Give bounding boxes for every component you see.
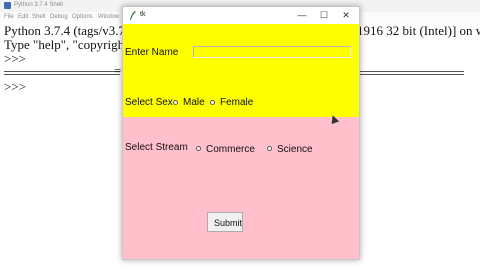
restart-separator-right-2 — [358, 74, 464, 75]
science-radio-label[interactable]: Science — [277, 144, 313, 155]
shell-line-help: Type "help", "copyright" — [4, 37, 133, 52]
stream-label: Select Stream — [125, 142, 188, 153]
menu-edit[interactable]: Edit — [18, 14, 28, 20]
bottom-frame: Select Stream Commerce Science Submit — [123, 117, 359, 259]
menu-options[interactable]: Options — [72, 14, 93, 20]
python-icon — [4, 2, 11, 9]
idle-window-title: Python 3.7.4 Shell — [14, 2, 63, 8]
tk-window: tk — ☐ ✕ Enter Name Select Sex Male Fema… — [122, 6, 360, 260]
submit-button[interactable]: Submit — [207, 212, 243, 232]
menu-debug[interactable]: Debug — [50, 14, 68, 20]
shell-line-version-tail: 1916 32 bit (Intel)] on wi — [357, 23, 480, 38]
name-input[interactable] — [193, 46, 351, 58]
menu-file[interactable]: File — [4, 14, 14, 20]
top-frame: Enter Name Select Sex Male Female — [123, 24, 359, 117]
female-radio[interactable] — [210, 100, 215, 105]
commerce-radio-label[interactable]: Commerce — [206, 144, 255, 155]
menu-shell[interactable]: Shell — [32, 14, 45, 20]
restart-separator-right — [358, 71, 464, 72]
menu-window[interactable]: Window — [98, 14, 119, 20]
tk-window-title: tk — [140, 11, 146, 18]
female-radio-label[interactable]: Female — [220, 97, 253, 108]
male-radio[interactable] — [173, 100, 178, 105]
shell-prompt-active: >>> — [4, 79, 26, 94]
name-label: Enter Name — [125, 47, 179, 58]
sex-label: Select Sex — [125, 97, 173, 108]
shell-prompt: >>> — [4, 51, 26, 66]
tk-titlebar[interactable]: tk — ☐ ✕ — [123, 7, 359, 24]
shell-line-version: Python 3.7.4 (tags/v3.7. — [4, 23, 129, 38]
close-button[interactable]: ✕ — [335, 9, 357, 22]
male-radio-label[interactable]: Male — [183, 97, 205, 108]
science-radio[interactable] — [267, 146, 272, 151]
commerce-radio[interactable] — [196, 146, 201, 151]
tk-feather-icon — [130, 11, 136, 20]
restart-marker: = — [114, 63, 122, 78]
maximize-button[interactable]: ☐ — [313, 9, 335, 22]
restart-separator-left-2 — [4, 74, 120, 75]
minimize-button[interactable]: — — [291, 9, 313, 22]
restart-separator-left — [4, 71, 120, 72]
